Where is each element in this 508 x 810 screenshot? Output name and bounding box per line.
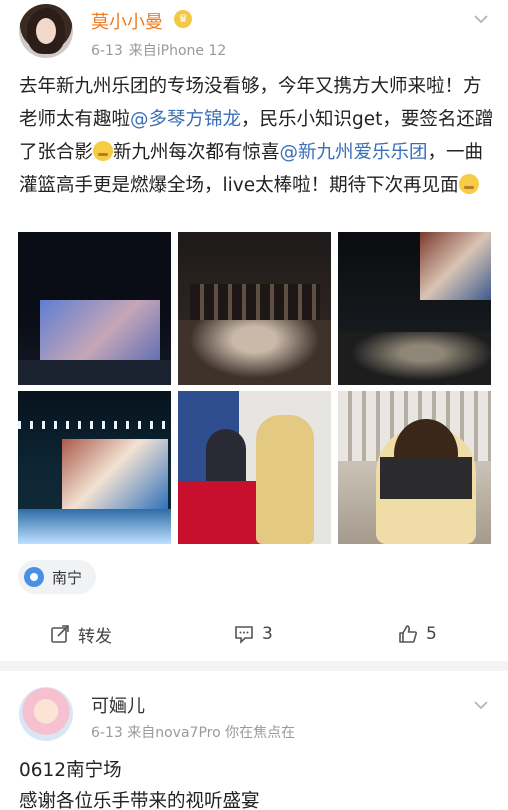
post-date-2: 6-13	[91, 725, 123, 741]
post-meta-2: 6-13 来自nova7Pro 你在焦点在	[91, 722, 295, 742]
user-avatar[interactable]	[19, 4, 73, 58]
mention-fangjinlong[interactable]: @多琴方锦龙	[130, 109, 241, 130]
like-count: 5	[426, 624, 437, 644]
post-source-2: 来自nova7Pro 你在焦点在	[127, 725, 296, 741]
photo-detail	[62, 439, 168, 511]
username[interactable]: 莫小小曼	[91, 8, 163, 34]
post2-line-2: 感谢各位乐手带来的视听盛宴	[19, 791, 260, 810]
location-label: 南宁	[52, 568, 83, 587]
user-avatar-2[interactable]	[19, 687, 73, 741]
post-meta: 6-13 来自iPhone 12	[91, 40, 226, 60]
like-button[interactable]: 5	[398, 618, 437, 650]
photo-selfie-with-card[interactable]	[338, 391, 491, 544]
photo-performer-stage[interactable]	[338, 232, 491, 385]
comment-button[interactable]: 3	[234, 618, 273, 650]
photo-stage-screen[interactable]	[18, 232, 171, 385]
laughing-emoji-icon	[458, 174, 479, 194]
photo-detail	[184, 395, 244, 435]
share-icon	[51, 625, 69, 643]
share-button[interactable]: 转发	[50, 618, 112, 650]
photo-orchestra-stage[interactable]	[178, 232, 331, 385]
photo-detail	[178, 320, 331, 385]
post-date: 6-13	[91, 43, 123, 59]
location-tag[interactable]: 南宁	[18, 560, 97, 594]
photo-detail	[256, 415, 314, 544]
post-source: 来自iPhone 12	[128, 43, 227, 59]
text-part-3: 新九州每次都有惊喜	[113, 142, 280, 163]
photo-concert-lights[interactable]	[18, 391, 171, 544]
post-text-2: 0612南宁场 感谢各位乐手带来的视听盛宴	[19, 755, 497, 810]
thumbs-up-icon	[399, 625, 417, 643]
photo-autograph-session[interactable]	[178, 391, 331, 544]
post2-line-1: 0612南宁场	[19, 760, 122, 781]
share-label: 转发	[78, 626, 112, 647]
username-2[interactable]: 可婳儿	[91, 692, 145, 718]
vip-badge-icon: ♛	[174, 10, 192, 28]
photo-grid	[18, 232, 491, 544]
photo-detail	[338, 332, 491, 385]
chevron-down-icon[interactable]	[472, 10, 490, 28]
photo-detail	[18, 360, 171, 385]
photo-detail	[420, 232, 491, 300]
mention-xinjiuzhou[interactable]: @新九州爱乐乐团	[280, 142, 428, 163]
location-pin-icon	[24, 567, 44, 587]
photo-detail	[18, 421, 171, 429]
photo-detail	[206, 429, 246, 489]
post-divider	[0, 661, 508, 671]
photo-detail	[18, 509, 171, 544]
post-text: 去年新九州乐团的专场没看够，今年又携方大师来啦！方老师太有趣啦@多琴方锦龙，民乐…	[19, 70, 497, 202]
photo-detail	[190, 284, 320, 324]
comment-count: 3	[262, 624, 273, 644]
action-bar: 转发 3 5	[0, 618, 508, 650]
chevron-down-icon[interactable]	[472, 696, 490, 714]
avatar-face	[36, 18, 56, 44]
photo-detail	[380, 457, 472, 499]
happy-emoji-icon	[93, 141, 114, 161]
comment-icon	[235, 626, 253, 644]
